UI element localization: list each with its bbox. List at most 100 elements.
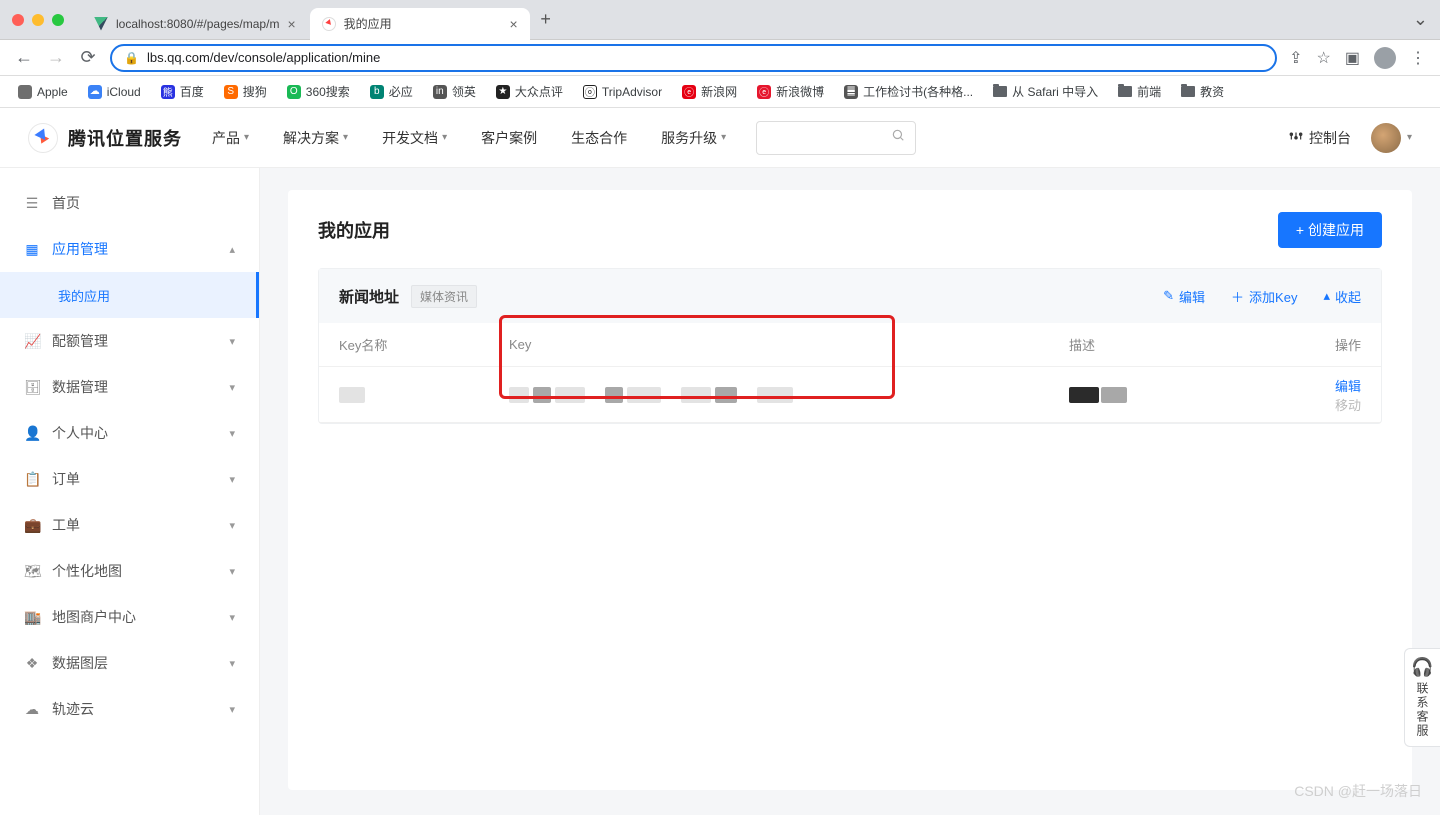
caret-up-icon: ▴ — [1323, 288, 1330, 304]
folder-icon — [993, 86, 1007, 97]
th-op: 操作 — [1289, 335, 1361, 354]
bookmark-folder-teach[interactable]: 教资 — [1181, 83, 1224, 100]
share-icon[interactable]: ⇪ — [1289, 48, 1302, 68]
sidebar-item-data[interactable]: 🗄数据管理▾ — [0, 364, 259, 410]
close-window-icon[interactable] — [12, 14, 24, 26]
pencil-icon: ✎ — [1163, 288, 1174, 304]
caret-down-icon: ▾ — [343, 132, 348, 143]
th-desc: 描述 — [1069, 335, 1289, 354]
cell-key-value — [509, 387, 1069, 403]
brand-text: 腾讯位置服务 — [68, 125, 182, 151]
bookmark-bing[interactable]: b必应 — [370, 83, 413, 100]
add-key-button[interactable]: ＋添加Key — [1231, 287, 1297, 306]
create-app-button[interactable]: + 创建应用 — [1278, 212, 1382, 248]
browser-tab-inactive[interactable]: localhost:8080/#/pages/map/m × — [82, 8, 308, 40]
nav-docs[interactable]: 开发文档▾ — [382, 128, 447, 148]
nav-product[interactable]: 产品▾ — [212, 128, 249, 148]
browser-tab-active[interactable]: 我的应用 × — [310, 8, 530, 40]
minimize-window-icon[interactable] — [32, 14, 44, 26]
bookmark-icloud[interactable]: ☁iCloud — [88, 85, 141, 99]
edit-app-button[interactable]: ✎编辑 — [1163, 287, 1205, 306]
sliders-icon — [1289, 129, 1303, 146]
sidebar-item-track[interactable]: ☁轨迹云▾ — [0, 686, 259, 732]
url-text: lbs.qq.com/dev/console/application/mine — [147, 50, 380, 65]
bookmark-linkedin[interactable]: in领英 — [433, 83, 476, 100]
content-area: 我的应用 + 创建应用 新闻地址 媒体资讯 ✎编辑 ＋添加Key ▴收起 Key… — [260, 168, 1440, 815]
caret-down-icon: ▾ — [244, 132, 249, 143]
back-button[interactable]: ← — [14, 47, 34, 68]
folder-icon — [1118, 86, 1132, 97]
th-name: Key名称 — [339, 335, 509, 354]
nav-solution[interactable]: 解决方案▾ — [283, 128, 348, 148]
grid-icon: ▦ — [24, 241, 40, 258]
maximize-window-icon[interactable] — [52, 14, 64, 26]
bookmark-tripadvisor[interactable]: ⓞTripAdvisor — [583, 85, 662, 99]
bookmark-dianping[interactable]: ★大众点评 — [496, 83, 563, 100]
bookmark-folder-frontend[interactable]: 前端 — [1118, 83, 1161, 100]
sidebar-item-home[interactable]: ☰首页 — [0, 180, 259, 226]
bookmark-apple[interactable]: Apple — [18, 85, 68, 99]
sidebar-item-tickets[interactable]: 💼工单▾ — [0, 502, 259, 548]
panel-icon[interactable]: ▣ — [1345, 48, 1360, 68]
sidebar-item-merchant[interactable]: 🏬地图商户中心▾ — [0, 594, 259, 640]
address-bar[interactable]: 🔒 lbs.qq.com/dev/console/application/min… — [110, 44, 1277, 72]
bookmark-weibo[interactable]: ⓔ新浪微博 — [757, 83, 824, 100]
bookmark-folder-safari[interactable]: 从 Safari 中导入 — [993, 83, 1098, 100]
reload-button[interactable]: ⟳ — [78, 47, 98, 68]
cloud-icon: ☁ — [24, 701, 40, 718]
tab-close-icon[interactable]: × — [509, 16, 517, 32]
briefcase-icon: 💼 — [24, 517, 40, 534]
bookmarks-bar: Apple ☁iCloud 熊百度 S搜狗 O360搜索 b必应 in领英 ★大… — [0, 76, 1440, 108]
chevron-down-icon: ▾ — [229, 565, 235, 578]
headset-icon: 🎧 — [1411, 657, 1433, 678]
page-title: 我的应用 — [318, 217, 390, 243]
lock-icon: 🔒 — [124, 51, 139, 65]
row-edit-button[interactable]: 编辑 — [1335, 379, 1361, 394]
profile-avatar-icon[interactable] — [1374, 47, 1396, 69]
panel-header: 我的应用 + 创建应用 — [318, 212, 1382, 248]
bookmark-sina[interactable]: ⓔ新浪网 — [682, 83, 737, 100]
search-input[interactable] — [756, 121, 916, 155]
console-link[interactable]: 控制台 — [1289, 128, 1351, 148]
layers-icon: ❖ — [24, 655, 40, 672]
sidebar-sub-my-app[interactable]: 我的应用 — [0, 272, 259, 318]
bookmark-360[interactable]: O360搜索 — [287, 83, 350, 100]
app-card-actions: ✎编辑 ＋添加Key ▴收起 — [1163, 287, 1361, 306]
tab-close-icon[interactable]: × — [287, 16, 295, 32]
browser-tab-bar: localhost:8080/#/pages/map/m × 我的应用 × + … — [0, 0, 1440, 40]
app-card: 新闻地址 媒体资讯 ✎编辑 ＋添加Key ▴收起 Key名称 Key 描述 操作 — [318, 268, 1382, 424]
forward-button[interactable]: → — [46, 47, 66, 68]
menu-icon[interactable]: ⋮ — [1410, 48, 1426, 68]
cell-desc — [1069, 386, 1289, 403]
new-tab-button[interactable]: + — [532, 9, 560, 30]
chevron-down-icon: ▾ — [229, 335, 235, 348]
brand-logo[interactable]: 腾讯位置服务 — [28, 123, 182, 153]
nav-cases[interactable]: 客户案例 — [481, 128, 537, 148]
plus-icon: ＋ — [1231, 287, 1244, 306]
row-move-button[interactable]: 移动 — [1335, 398, 1361, 413]
sidebar-item-app-mgmt[interactable]: ▦应用管理▴ — [0, 226, 259, 272]
user-avatar-icon — [1371, 123, 1401, 153]
vue-icon — [94, 17, 108, 31]
sidebar-item-profile[interactable]: 👤个人中心▾ — [0, 410, 259, 456]
window-controls[interactable] — [12, 14, 64, 26]
collapse-button[interactable]: ▴收起 — [1323, 287, 1361, 306]
table-row: 编辑 移动 — [319, 367, 1381, 423]
bookmark-star-icon[interactable]: ☆ — [1317, 48, 1331, 68]
sidebar-item-custom-map[interactable]: 🗺个性化地图▾ — [0, 548, 259, 594]
chevron-down-icon: ▾ — [229, 381, 235, 394]
nav-eco[interactable]: 生态合作 — [571, 128, 627, 148]
chevron-down-icon: ▾ — [229, 519, 235, 532]
bookmark-doc[interactable]: ䷀工作检讨书(各种格... — [844, 83, 973, 100]
sidebar-item-quota[interactable]: 📈配额管理▾ — [0, 318, 259, 364]
sidebar-item-layers[interactable]: ❖数据图层▾ — [0, 640, 259, 686]
tabs-overflow-icon[interactable]: ⌄ — [1413, 9, 1428, 30]
user-menu[interactable]: ▾ — [1371, 123, 1412, 153]
sidebar-item-orders[interactable]: 📋订单▾ — [0, 456, 259, 502]
bookmark-sogou[interactable]: S搜狗 — [224, 83, 267, 100]
contact-support-button[interactable]: 🎧 联系客服 — [1404, 648, 1440, 747]
nav-upgrade[interactable]: 服务升级▾ — [661, 128, 726, 148]
bookmark-baidu[interactable]: 熊百度 — [161, 83, 204, 100]
th-key: Key — [509, 337, 1069, 352]
app-header: 腾讯位置服务 产品▾ 解决方案▾ 开发文档▾ 客户案例 生态合作 服务升级▾ 控… — [0, 108, 1440, 168]
